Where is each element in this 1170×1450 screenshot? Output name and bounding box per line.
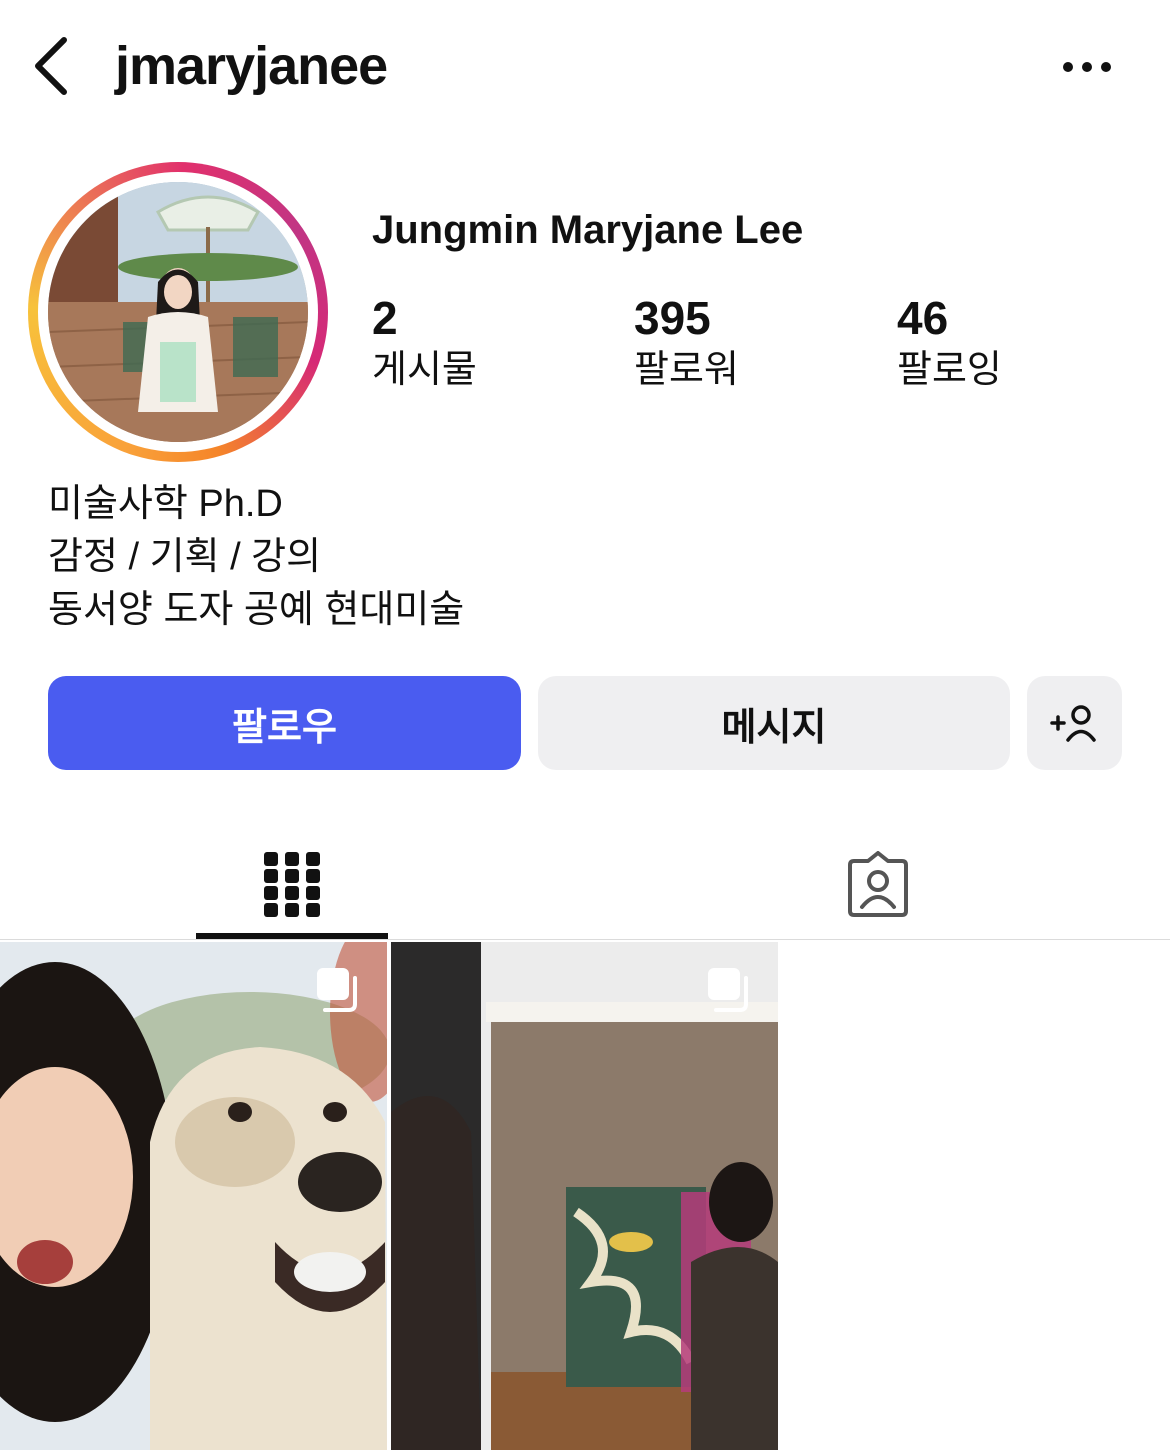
more-options-button[interactable] <box>1055 45 1119 89</box>
post-thumbnail-2[interactable] <box>391 942 778 1450</box>
profile-full-name: Jungmin Maryjane Lee <box>372 208 804 252</box>
stat-posts-label: 게시물 <box>372 349 477 391</box>
post-thumbnail-1[interactable] <box>0 942 387 1450</box>
stat-following-label: 팔로잉 <box>897 349 1002 391</box>
avatar <box>48 182 308 442</box>
story-ring[interactable] <box>28 162 328 462</box>
follow-button[interactable]: 팔로우 <box>48 676 521 770</box>
post-2-photo <box>391 942 778 1450</box>
tab-tagged[interactable] <box>782 830 974 940</box>
stat-followers-count: 395 <box>634 292 711 344</box>
tagged-person-icon <box>848 851 908 917</box>
avatar-photo-illustration <box>48 182 308 442</box>
stat-posts-count: 2 <box>372 292 398 344</box>
profile-username: jmaryjanee <box>115 36 388 96</box>
stat-posts[interactable]: 2 게시물 <box>372 290 477 394</box>
message-button[interactable]: 메시지 <box>538 676 1010 770</box>
stat-following[interactable]: 46 팔로잉 <box>897 290 1002 394</box>
add-user-icon <box>1049 705 1096 742</box>
chevron-left-icon <box>35 37 67 95</box>
bio-line: 동서양 도자 공예 현대미술 <box>48 589 465 631</box>
carousel-icon <box>708 968 748 1012</box>
back-button[interactable] <box>20 34 80 98</box>
bio-line: 감정 / 기획 / 강의 <box>48 536 322 578</box>
carousel-icon <box>317 968 357 1012</box>
profile-screen: jmaryjanee Jungmin Maryjane Lee 2 게시물 39… <box>0 0 1170 1450</box>
profile-header: jmaryjanee <box>0 0 1170 135</box>
bio-line: 미술사학 Ph.D <box>48 483 283 525</box>
more-horizontal-icon <box>1063 62 1111 72</box>
profile-bio: 미술사학 Ph.D 감정 / 기획 / 강의 동서양 도자 공예 현대미술 <box>48 478 464 637</box>
avatar-gap <box>38 172 318 452</box>
stat-followers-label: 팔로워 <box>634 349 739 391</box>
tab-posts-grid[interactable] <box>196 830 388 940</box>
suggested-users-button[interactable] <box>1027 676 1122 770</box>
stat-following-count: 46 <box>897 292 949 344</box>
stat-followers[interactable]: 395 팔로워 <box>634 290 739 394</box>
tab-divider <box>0 939 1170 940</box>
grid-icon <box>264 852 320 917</box>
post-1-photo <box>0 942 387 1450</box>
